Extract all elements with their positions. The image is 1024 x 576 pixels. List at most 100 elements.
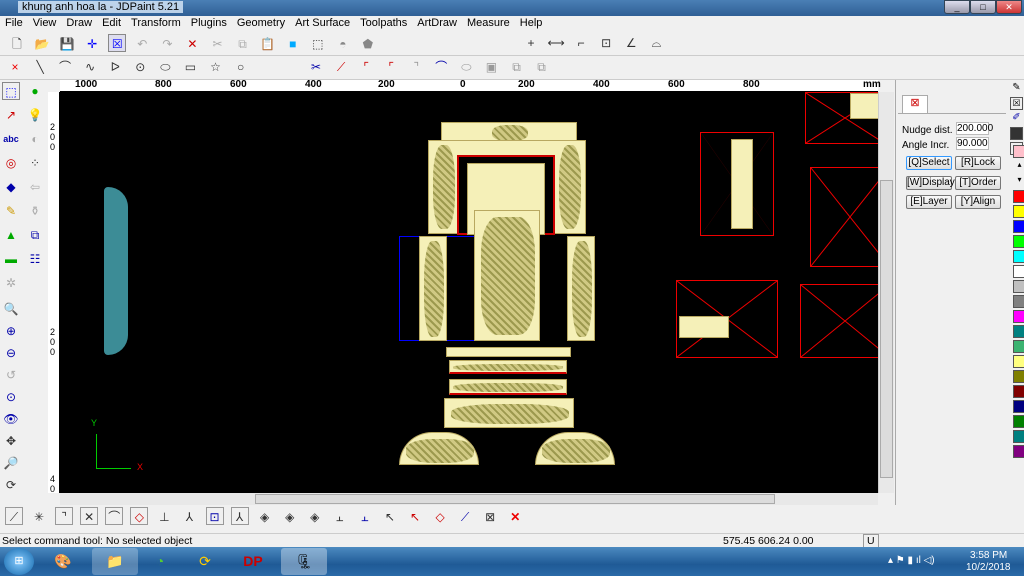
- start-button[interactable]: ⊞: [4, 548, 34, 575]
- drawing-canvas[interactable]: Y X: [60, 92, 878, 493]
- palette-scroll-up-icon[interactable]: ▴: [1013, 160, 1024, 173]
- color-swatch[interactable]: [1013, 385, 1024, 398]
- new-file-icon[interactable]: 🗋: [8, 35, 26, 53]
- color-swatch[interactable]: [1013, 415, 1024, 428]
- jdpaint-app-icon[interactable]: 🗜: [281, 548, 327, 575]
- layer-icon[interactable]: ▬: [2, 250, 20, 268]
- circle-icon[interactable]: ⊙: [131, 58, 149, 76]
- select-tab-icon[interactable]: ⊠: [902, 95, 928, 113]
- coccoc-icon[interactable]: ◔: [137, 548, 183, 575]
- color-swatch[interactable]: [1013, 430, 1024, 443]
- no-color-icon[interactable]: ☒: [1010, 97, 1023, 110]
- pen-tool-icon[interactable]: ↗: [2, 106, 20, 124]
- menu-draw[interactable]: Draw: [61, 16, 97, 31]
- right-side-panel[interactable]: [567, 236, 595, 341]
- palette-scroll-down-icon[interactable]: ▾: [1013, 175, 1024, 188]
- menu-toolpaths[interactable]: Toolpaths: [355, 16, 412, 31]
- cursor-icon[interactable]: ↖: [381, 508, 399, 526]
- side-relief-panel[interactable]: [104, 187, 128, 355]
- bulb-icon[interactable]: 💡: [26, 106, 44, 124]
- angle-input[interactable]: 90.000: [956, 137, 989, 150]
- tool-shape-2-icon[interactable]: ⬟: [359, 35, 377, 53]
- tray-icons[interactable]: ▴ ⚑ ▮ ıl ◁): [888, 555, 935, 566]
- light-icon[interactable]: ◐: [26, 130, 44, 148]
- split-icon[interactable]: ⧉: [533, 58, 551, 76]
- menu-help[interactable]: Help: [515, 16, 548, 31]
- scroll-thumb[interactable]: [880, 180, 893, 478]
- placeholder-box[interactable]: [800, 284, 878, 358]
- text-tool-icon[interactable]: abc: [2, 130, 20, 148]
- snap-perpendicular-icon[interactable]: ⊥: [155, 508, 173, 526]
- color-swatch[interactable]: [1013, 400, 1024, 413]
- clear-icon[interactable]: ✕: [506, 508, 524, 526]
- arc-icon[interactable]: ⌒: [56, 58, 74, 76]
- right-corner-ornament[interactable]: [535, 432, 615, 465]
- nudge-input[interactable]: 200.000: [956, 122, 993, 135]
- clock-date[interactable]: 10/2/2018: [966, 562, 1011, 573]
- save-icon[interactable]: 💾: [58, 35, 76, 53]
- color-swatch[interactable]: [1013, 445, 1024, 458]
- delete-icon[interactable]: ✕: [183, 35, 201, 53]
- slot-icon[interactable]: ⬭: [457, 58, 475, 76]
- snap-midpoint-icon[interactable]: ✳: [30, 508, 48, 526]
- color-swatch[interactable]: [1013, 295, 1024, 308]
- join-icon[interactable]: ⧉: [508, 58, 526, 76]
- node-move-icon[interactable]: ⟋: [456, 508, 474, 526]
- snap-quadrant-icon[interactable]: ◇: [130, 507, 149, 525]
- corner-icon[interactable]: ⌝: [407, 58, 425, 76]
- border-strip-2[interactable]: [449, 360, 567, 374]
- snap-tangent-icon[interactable]: ⅄: [180, 508, 198, 526]
- close-button[interactable]: ✕: [996, 0, 1022, 14]
- display-button[interactable]: [W]Display: [906, 176, 955, 190]
- spline-icon[interactable]: ∿: [81, 58, 99, 76]
- zoom-all-icon[interactable]: ⊙: [2, 388, 20, 406]
- node-add-icon[interactable]: ◇: [431, 508, 449, 526]
- clock-time[interactable]: 3:58 PM: [970, 550, 1007, 561]
- order-button[interactable]: [T]Order: [955, 176, 1001, 190]
- menu-file[interactable]: File: [0, 16, 28, 31]
- top-ornament[interactable]: [441, 122, 577, 142]
- color-swatch[interactable]: [1013, 220, 1024, 233]
- dimension-icon[interactable]: ⟷: [547, 34, 565, 52]
- snap-corner-icon[interactable]: ⌝: [55, 507, 74, 525]
- crosshair-icon[interactable]: ✛: [83, 35, 101, 53]
- lock-button[interactable]: [R]Lock: [955, 156, 1001, 170]
- pencil-icon[interactable]: ✎: [1010, 82, 1023, 95]
- paint-icon[interactable]: ✎: [2, 202, 20, 220]
- zoom-out-icon[interactable]: ⊖: [2, 344, 20, 362]
- ellipse-icon[interactable]: ⬭: [156, 58, 174, 76]
- offset-icon[interactable]: ⌒: [432, 58, 450, 76]
- tree-icon[interactable]: ▲: [2, 226, 20, 244]
- fill-icon[interactable]: ◆: [2, 178, 20, 196]
- base-ornament[interactable]: [444, 398, 574, 428]
- border-strip-3[interactable]: [449, 379, 567, 395]
- node-2-icon[interactable]: ◈: [281, 508, 299, 526]
- extend-icon[interactable]: ⟋: [332, 58, 350, 76]
- color-swatch[interactable]: [1013, 145, 1024, 158]
- color-swatch[interactable]: [1013, 205, 1024, 218]
- maximize-button[interactable]: □: [970, 0, 996, 14]
- snap-nearest-icon[interactable]: ⅄: [230, 507, 249, 525]
- bucket-icon[interactable]: ⚱: [26, 202, 44, 220]
- menu-edit[interactable]: Edit: [97, 16, 126, 31]
- fillet-icon[interactable]: ⌜: [357, 58, 375, 76]
- node-edit-icon[interactable]: ●: [26, 82, 44, 100]
- node-1-icon[interactable]: ◈: [256, 508, 274, 526]
- menu-plugins[interactable]: Plugins: [186, 16, 232, 31]
- select-button[interactable]: [Q]Select: [906, 156, 952, 170]
- color-swatch[interactable]: [1013, 250, 1024, 263]
- copy-shape-icon[interactable]: ⧉: [26, 226, 44, 244]
- sync-app-icon[interactable]: ⟳: [182, 548, 228, 575]
- node-3-icon[interactable]: ◈: [306, 508, 324, 526]
- undo-icon[interactable]: ↶: [133, 35, 151, 53]
- color-swatch[interactable]: [1013, 190, 1024, 203]
- mode-indicator[interactable]: U: [863, 534, 879, 548]
- cut-icon[interactable]: ✂: [209, 35, 227, 53]
- menu-art-surface[interactable]: Art Surface: [290, 16, 355, 31]
- menu-view[interactable]: View: [28, 16, 62, 31]
- wireframe-view-icon[interactable]: ⬚: [309, 35, 327, 53]
- line-icon[interactable]: ╲: [31, 58, 49, 76]
- zoom-prev-icon[interactable]: ↺: [2, 366, 20, 384]
- color-swatch[interactable]: [1013, 325, 1024, 338]
- color-swatch[interactable]: [1013, 265, 1024, 278]
